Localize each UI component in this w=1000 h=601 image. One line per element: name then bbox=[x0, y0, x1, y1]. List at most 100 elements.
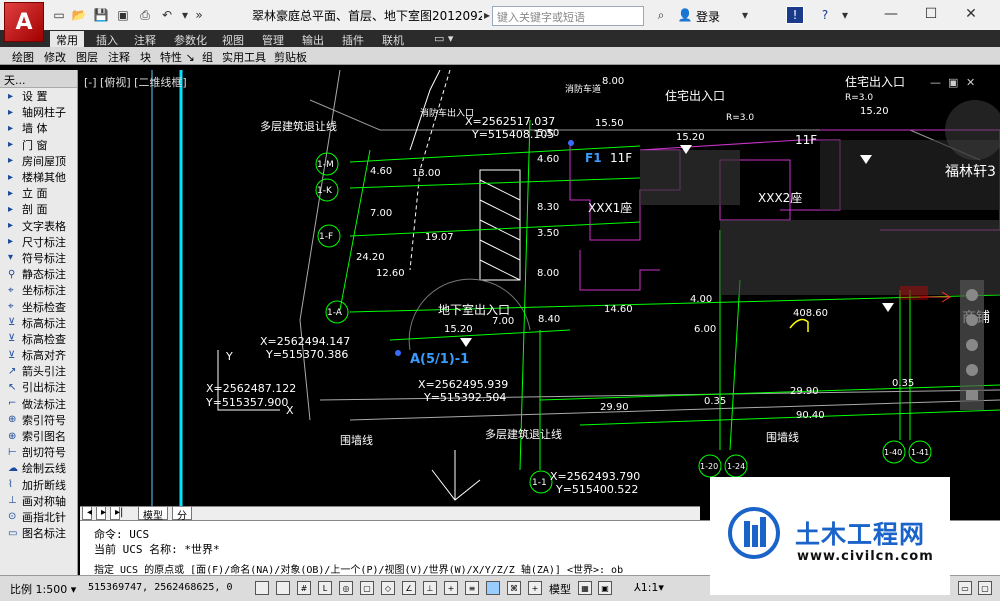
panel-properties[interactable]: 特性 ↘ bbox=[160, 49, 195, 65]
palette-item[interactable]: ⌇ 加折断线 bbox=[0, 477, 77, 493]
app-menu-button[interactable]: A bbox=[4, 2, 44, 42]
tab-plugins[interactable]: 插件 bbox=[336, 31, 370, 47]
palette-item[interactable]: ⌖ 坐标检查 bbox=[0, 298, 77, 314]
palette-header[interactable]: 天... bbox=[0, 70, 77, 88]
ribbon-toggle-icon[interactable]: ▭ ▾ bbox=[428, 31, 459, 47]
login-link[interactable]: 登录 bbox=[696, 8, 720, 25]
snap-tracking-icon[interactable]: ∠ bbox=[402, 581, 416, 595]
clean-screen-icon[interactable]: ▢ bbox=[978, 581, 992, 595]
palette-item[interactable]: ▸ 楼梯其他 bbox=[0, 169, 77, 185]
quick-view-drawings-icon[interactable]: ▣ bbox=[598, 581, 612, 595]
open-file-icon[interactable]: 📂 bbox=[70, 6, 88, 24]
selection-cycling-icon[interactable]: + bbox=[528, 581, 542, 595]
palette-item[interactable]: ⊢ 剖切符号 bbox=[0, 444, 77, 460]
quick-view-layouts-icon[interactable]: ▦ bbox=[578, 581, 592, 595]
dynamic-ucs-icon[interactable]: ⊥ bbox=[423, 581, 437, 595]
viewport-controls[interactable]: [-] [俯视] [二维线框] bbox=[84, 74, 187, 90]
tab-model[interactable]: 模型 bbox=[138, 507, 168, 522]
palette-item[interactable]: ▸ 剖 面 bbox=[0, 201, 77, 217]
tab-annotate[interactable]: 注释 bbox=[128, 31, 162, 47]
palette-item[interactable]: ▸ 尺寸标注 bbox=[0, 234, 77, 250]
palette-item[interactable]: ⊙ 画指北针 bbox=[0, 509, 77, 525]
toolbar-lock-icon[interactable]: ▭ bbox=[958, 581, 972, 595]
print-icon[interactable]: ⎙ bbox=[136, 6, 154, 24]
palette-item[interactable]: ▸ 立 面 bbox=[0, 185, 77, 201]
palette-item[interactable]: ⌐ 做法标注 bbox=[0, 396, 77, 412]
palette-item[interactable]: ▸ 墙 体 bbox=[0, 120, 77, 136]
palette-item[interactable]: ▾ 符号标注 bbox=[0, 250, 77, 266]
more-icon[interactable]: » bbox=[190, 6, 208, 24]
palette-item[interactable]: ▸ 房间屋顶 bbox=[0, 153, 77, 169]
login-dropdown-icon[interactable]: ▾ bbox=[736, 6, 754, 24]
new-file-icon[interactable]: ▭ bbox=[50, 6, 68, 24]
tab-last-icon[interactable]: ▸| bbox=[110, 507, 123, 520]
help-dropdown-icon[interactable]: ▾ bbox=[836, 6, 854, 24]
tab-layout[interactable]: 分 bbox=[172, 507, 192, 522]
minimize-icon[interactable]: — bbox=[880, 4, 902, 24]
grid-display-icon[interactable]: # bbox=[297, 581, 311, 595]
drawing-canvas[interactable]: [-] [俯视] [二维线框] 1-M 1-K 1-F 1-A 1-1 1-20… bbox=[80, 70, 1000, 506]
polar-tracking-icon[interactable]: ◎ bbox=[339, 581, 353, 595]
tab-next-icon[interactable]: ▸ bbox=[96, 507, 106, 520]
palette-item[interactable]: ⊥ 画对称轴 bbox=[0, 493, 77, 509]
panel-layers[interactable]: 图层 bbox=[76, 49, 98, 65]
command-input[interactable]: 指定 UCS 的原点或 [面(F)/命名(NA)/对象(OB)/上一个(P)/视… bbox=[94, 561, 623, 576]
palette-item[interactable]: ⊻ 标高检查 bbox=[0, 331, 77, 347]
tab-insert[interactable]: 插入 bbox=[90, 31, 124, 47]
tab-manage[interactable]: 管理 bbox=[256, 31, 290, 47]
quick-properties-icon[interactable]: ⌘ bbox=[507, 581, 521, 595]
palette-item[interactable]: ▭ 图名标注 bbox=[0, 525, 77, 541]
panel-clipboard[interactable]: 剪贴板 bbox=[274, 49, 307, 65]
palette-item[interactable]: ⚲ 静态标注 bbox=[0, 266, 77, 282]
palette-item[interactable]: ⊻ 标高对齐 bbox=[0, 347, 77, 363]
undo-icon[interactable]: ↶ bbox=[158, 6, 176, 24]
user-icon[interactable]: 👤 bbox=[676, 6, 694, 24]
maximize-icon[interactable]: ☐ bbox=[920, 4, 942, 24]
tab-parametric[interactable]: 参数化 bbox=[168, 31, 213, 47]
infer-constraints-icon[interactable] bbox=[255, 581, 269, 595]
palette-item[interactable]: ↖ 引出标注 bbox=[0, 379, 77, 395]
tab-home[interactable]: 常用 bbox=[50, 31, 84, 47]
palette-item[interactable]: ⌖ 坐标标注 bbox=[0, 282, 77, 298]
panel-modify[interactable]: 修改 bbox=[44, 49, 66, 65]
transparency-icon[interactable] bbox=[486, 581, 500, 595]
close-icon[interactable]: ✕ bbox=[960, 4, 982, 24]
save-icon[interactable]: 💾 bbox=[92, 6, 110, 24]
palette-item[interactable]: ▸ 轴网柱子 bbox=[0, 104, 77, 120]
palette-item[interactable]: ▸ 门 窗 bbox=[0, 137, 77, 153]
annotation-scale[interactable]: ⅄1:1▾ bbox=[634, 581, 664, 594]
palette-item[interactable]: ▸ 文字表格 bbox=[0, 218, 77, 234]
palette-item[interactable]: ⊻ 标高标注 bbox=[0, 315, 77, 331]
tab-output[interactable]: 输出 bbox=[296, 31, 330, 47]
civilcn-logo-icon bbox=[728, 507, 780, 559]
save-as-icon[interactable]: ▣ bbox=[114, 6, 132, 24]
snap-mode-icon[interactable] bbox=[276, 581, 290, 595]
panel-block[interactable]: 块 bbox=[140, 49, 151, 65]
palette-item-label: 加折断线 bbox=[22, 478, 66, 492]
search-input[interactable]: 键入关键字或短语 bbox=[492, 6, 644, 26]
palette-item[interactable]: ↗ 箭头引注 bbox=[0, 363, 77, 379]
palette-item[interactable]: ⊕ 索引图名 bbox=[0, 428, 77, 444]
help-icon[interactable]: ? bbox=[816, 6, 834, 24]
tab-view[interactable]: 视图 bbox=[216, 31, 250, 47]
panel-groups[interactable]: 组 bbox=[202, 49, 213, 65]
panel-utilities[interactable]: 实用工具 bbox=[222, 49, 266, 65]
scale-selector[interactable]: 比例 1:500 ▾ bbox=[10, 581, 76, 597]
exchange-icon[interactable]: ! bbox=[786, 6, 804, 24]
tab-online[interactable]: 联机 bbox=[376, 31, 410, 47]
3d-snap-icon[interactable]: ◇ bbox=[381, 581, 395, 595]
lineweight-icon[interactable]: ≡ bbox=[465, 581, 479, 595]
palette-item[interactable]: ⊕ 索引符号 bbox=[0, 412, 77, 428]
model-space-button[interactable]: 模型 bbox=[549, 581, 571, 597]
panel-draw[interactable]: 绘图 bbox=[12, 49, 34, 65]
panel-annotation[interactable]: 注释 bbox=[108, 49, 130, 65]
object-snap-icon[interactable]: ▢ bbox=[360, 581, 374, 595]
palette-item-label: 墙 体 bbox=[22, 122, 48, 136]
tab-prev-icon[interactable]: ◂ bbox=[82, 507, 92, 520]
binoculars-icon[interactable]: ⌕ bbox=[652, 6, 670, 24]
point-a-label: A(5/1)-1 bbox=[410, 352, 469, 367]
palette-item[interactable]: ▸ 设 置 bbox=[0, 88, 77, 104]
palette-item[interactable]: ☁ 绘制云线 bbox=[0, 460, 77, 476]
dynamic-input-icon[interactable]: + bbox=[444, 581, 458, 595]
ortho-mode-icon[interactable]: L bbox=[318, 581, 332, 595]
